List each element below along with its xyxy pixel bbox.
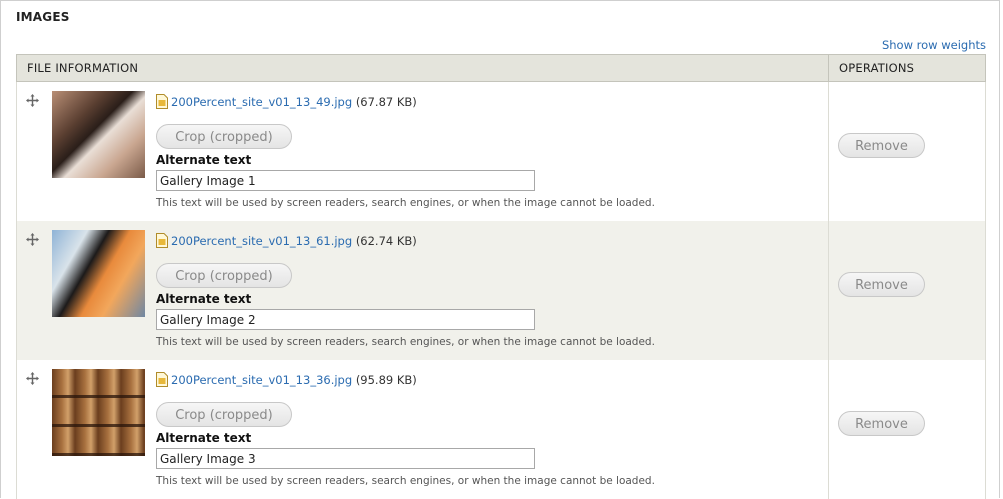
file-size: (67.87 KB)	[355, 95, 417, 109]
files-table: FILE INFORMATION OPERATIONS 200Percent_s…	[16, 54, 986, 499]
alt-text-description: This text will be used by screen readers…	[156, 197, 655, 209]
file-info: 200Percent_site_v01_13_61.jpg (62.74 KB)	[156, 233, 417, 251]
alt-text-label: Alternate text	[156, 153, 252, 167]
remove-button[interactable]: Remove	[838, 411, 925, 436]
file-size: (95.89 KB)	[355, 373, 417, 387]
alt-text-input[interactable]	[156, 170, 535, 191]
file-link[interactable]: 200Percent_site_v01_13_61.jpg	[171, 234, 352, 248]
drag-handle-icon[interactable]	[26, 233, 40, 247]
image-file-icon	[156, 372, 168, 390]
alt-text-description: This text will be used by screen readers…	[156, 475, 655, 487]
image-thumbnail	[52, 91, 145, 178]
image-file-icon	[156, 94, 168, 112]
image-thumbnail	[52, 230, 145, 317]
remove-button[interactable]: Remove	[838, 133, 925, 158]
show-row-weights-link[interactable]: Show row weights	[882, 38, 986, 52]
file-link[interactable]: 200Percent_site_v01_13_36.jpg	[171, 373, 352, 387]
alt-text-label: Alternate text	[156, 292, 252, 306]
image-file-icon	[156, 233, 168, 251]
drag-handle-icon[interactable]	[26, 372, 40, 386]
remove-button[interactable]: Remove	[838, 272, 925, 297]
table-row: 200Percent_site_v01_13_36.jpg (95.89 KB)…	[16, 360, 986, 499]
alt-text-input[interactable]	[156, 309, 535, 330]
file-size: (62.74 KB)	[355, 234, 417, 248]
alt-text-label: Alternate text	[156, 431, 252, 445]
crop-button[interactable]: Crop (cropped)	[156, 402, 292, 427]
crop-button[interactable]: Crop (cropped)	[156, 124, 292, 149]
file-link[interactable]: 200Percent_site_v01_13_49.jpg	[171, 95, 352, 109]
image-thumbnail	[52, 369, 145, 456]
fieldset-title: IMAGES	[16, 10, 70, 24]
file-info: 200Percent_site_v01_13_36.jpg (95.89 KB)	[156, 372, 417, 390]
column-header-file-information: FILE INFORMATION	[16, 54, 829, 82]
alt-text-description: This text will be used by screen readers…	[156, 336, 655, 348]
drag-handle-icon[interactable]	[26, 94, 40, 108]
table-row: 200Percent_site_v01_13_49.jpg (67.87 KB)…	[16, 81, 986, 221]
table-row: 200Percent_site_v01_13_61.jpg (62.74 KB)…	[16, 221, 986, 360]
crop-button[interactable]: Crop (cropped)	[156, 263, 292, 288]
file-info: 200Percent_site_v01_13_49.jpg (67.87 KB)	[156, 94, 417, 112]
alt-text-input[interactable]	[156, 448, 535, 469]
column-header-operations: OPERATIONS	[828, 54, 986, 82]
